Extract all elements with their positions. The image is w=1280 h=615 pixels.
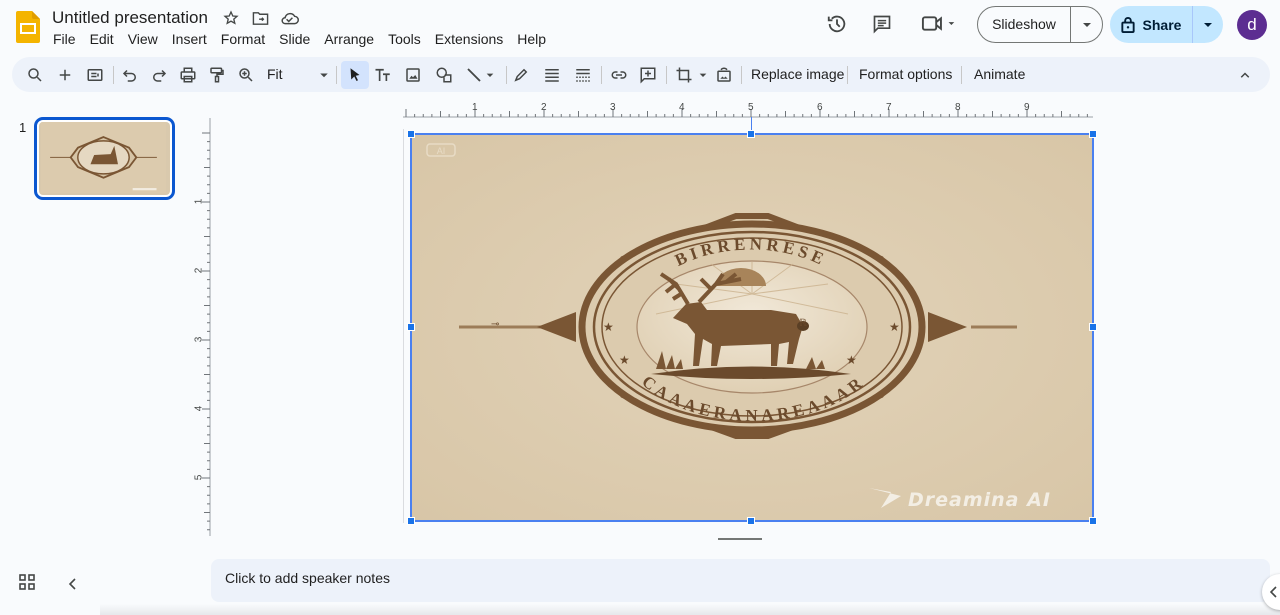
svg-text:⊸: ⊸ <box>491 319 499 330</box>
add-comment-icon[interactable] <box>636 63 660 87</box>
new-slide-icon[interactable] <box>53 63 77 87</box>
slideshow-button[interactable]: Slideshow <box>977 6 1103 43</box>
menu-edit[interactable]: Edit <box>83 30 121 48</box>
ruler-label: 1 <box>193 198 205 205</box>
slide-number: 1 <box>19 120 27 135</box>
comments-icon[interactable] <box>870 12 894 36</box>
svg-text:★: ★ <box>619 353 630 367</box>
insert-link-icon[interactable] <box>607 63 631 87</box>
ruler-label: 5 <box>193 474 205 481</box>
menu-format[interactable]: Format <box>214 30 272 48</box>
menu-arrange[interactable]: Arrange <box>317 30 381 48</box>
border-color-icon[interactable] <box>509 63 533 87</box>
ruler-label: 4 <box>193 405 205 412</box>
search-menus-icon[interactable] <box>23 63 47 87</box>
menu-slide[interactable]: Slide <box>272 30 317 48</box>
resize-handle-bottom-left[interactable] <box>407 517 415 525</box>
reset-image-icon[interactable] <box>712 63 736 87</box>
caret-down-icon <box>1082 22 1091 27</box>
border-dash-icon[interactable] <box>571 63 595 87</box>
caret-down-icon <box>1204 22 1212 27</box>
menu-tools[interactable]: Tools <box>381 30 428 48</box>
ruler-label: 4 <box>679 102 685 113</box>
resize-handle-bottom-right[interactable] <box>1089 517 1097 525</box>
ruler-label: 3 <box>193 336 205 343</box>
document-title[interactable]: Untitled presentation <box>52 8 208 28</box>
menu-extensions[interactable]: Extensions <box>428 30 510 48</box>
ruler-label: 3 <box>610 102 616 113</box>
ruler-label: 8 <box>955 102 961 113</box>
slideshow-label[interactable]: Slideshow <box>978 7 1071 42</box>
cloud-saved-icon[interactable] <box>279 8 299 28</box>
svg-text:★: ★ <box>889 320 900 334</box>
insert-image-icon[interactable] <box>401 63 425 87</box>
slide-image[interactable]: AI BIRRENRESE CAAAERANAREAAAR ★ ★ ★ ★ ⊸ … <box>411 134 1093 521</box>
replace-image-button[interactable]: Replace image <box>751 66 844 82</box>
star-icon[interactable] <box>221 8 241 28</box>
toolbar: Fit Replace image Format options Animate <box>12 57 1270 92</box>
meet-video-icon[interactable] <box>920 12 960 36</box>
dreamina-watermark: Dreamina AI <box>908 489 1051 511</box>
crop-icon[interactable] <box>672 63 696 87</box>
resize-handle-top-right[interactable] <box>1089 130 1097 138</box>
svg-text:★: ★ <box>603 320 614 334</box>
border-weight-icon[interactable] <box>540 63 564 87</box>
menu-file[interactable]: File <box>46 30 83 48</box>
select-tool-icon[interactable] <box>341 61 369 89</box>
svg-text:★: ★ <box>846 353 857 367</box>
collapse-toolbar-icon[interactable] <box>1233 63 1257 87</box>
text-box-icon[interactable] <box>371 63 395 87</box>
resize-handle-left[interactable] <box>407 323 415 331</box>
ai-badge: AI <box>437 146 446 156</box>
line-dropdown-icon[interactable] <box>482 63 498 87</box>
bottom-shadow <box>100 604 1280 615</box>
crop-dropdown-icon[interactable] <box>695 63 711 87</box>
notes-resize-handle[interactable] <box>718 538 762 540</box>
ruler-label: 2 <box>193 267 205 274</box>
animate-button[interactable]: Animate <box>974 66 1025 82</box>
menu-bar: File Edit View Insert Format Slide Arran… <box>46 30 553 48</box>
account-avatar[interactable]: d <box>1237 10 1267 40</box>
lock-icon <box>1120 17 1135 33</box>
slideshow-dropdown[interactable] <box>1071 22 1102 28</box>
menu-help[interactable]: Help <box>510 30 553 48</box>
resize-handle-top[interactable] <box>747 130 755 138</box>
ruler-label: 1 <box>472 102 478 113</box>
ruler-label: 6 <box>817 102 823 113</box>
paint-format-icon[interactable] <box>205 63 229 87</box>
speaker-notes-placeholder[interactable]: Click to add speaker notes <box>225 570 390 586</box>
zoom-value[interactable]: Fit <box>267 66 283 82</box>
zoom-dropdown-icon[interactable] <box>312 63 336 87</box>
redo-icon[interactable] <box>147 63 171 87</box>
svg-text:ℝ: ℝ <box>799 318 807 329</box>
collapse-filmstrip-icon[interactable] <box>64 574 82 594</box>
share-dropdown[interactable] <box>1193 22 1223 28</box>
version-history-icon[interactable] <box>825 12 849 36</box>
badge-artwork: AI BIRRENRESE CAAAERANAREAAAR ★ ★ ★ ★ ⊸ … <box>411 134 1093 521</box>
slide-thumbnail[interactable] <box>34 117 175 200</box>
slides-logo[interactable] <box>16 11 40 43</box>
ruler-label: 5 <box>748 102 754 113</box>
share-button[interactable]: Share <box>1110 6 1223 43</box>
menu-view[interactable]: View <box>121 30 165 48</box>
ruler-label: 2 <box>541 102 547 113</box>
share-label: Share <box>1142 16 1182 33</box>
resize-handle-right[interactable] <box>1089 323 1097 331</box>
resize-handle-bottom[interactable] <box>747 517 755 525</box>
print-icon[interactable] <box>176 63 200 87</box>
ruler-label: 9 <box>1024 102 1030 113</box>
speaker-notes[interactable]: Click to add speaker notes <box>211 559 1270 602</box>
shape-icon[interactable] <box>432 63 456 87</box>
layout-icon[interactable] <box>83 63 107 87</box>
undo-icon[interactable] <box>118 63 142 87</box>
menu-insert[interactable]: Insert <box>165 30 214 48</box>
share-main[interactable]: Share <box>1110 6 1193 43</box>
format-options-button[interactable]: Format options <box>859 66 952 82</box>
grid-view-icon[interactable] <box>19 574 39 594</box>
zoom-icon[interactable] <box>234 63 258 87</box>
ruler-label: 7 <box>886 102 892 113</box>
thumbnail-image <box>40 122 167 193</box>
move-folder-icon[interactable] <box>250 8 270 28</box>
resize-handle-top-left[interactable] <box>407 130 415 138</box>
